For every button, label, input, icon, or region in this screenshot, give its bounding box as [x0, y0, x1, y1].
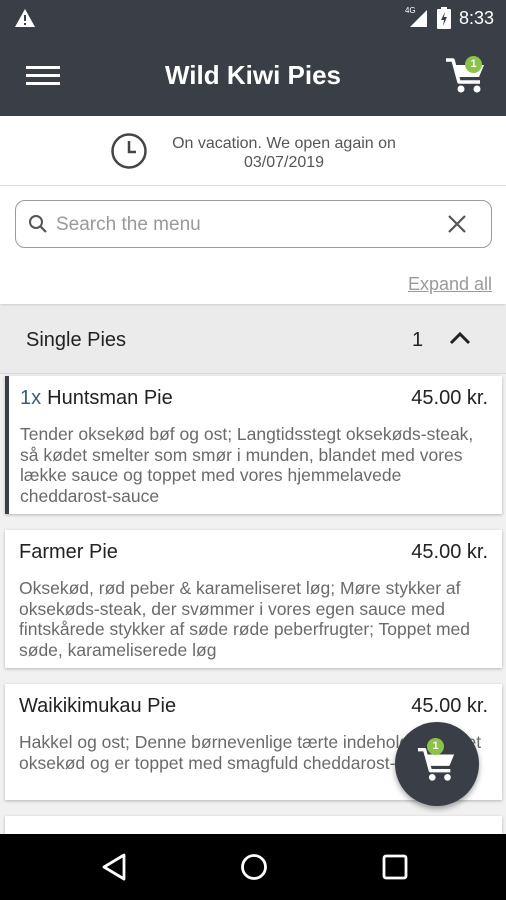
- warning-icon: [15, 9, 35, 27]
- search-icon: [29, 215, 47, 233]
- item-quantity: 1x: [20, 387, 42, 409]
- vacation-notice: On vacation. We open again on 03/07/2019: [0, 116, 506, 186]
- cart-button[interactable]: 1: [444, 52, 492, 96]
- item-name: Huntsman Pie: [47, 387, 173, 409]
- item-description: Tender oksekød bøf og ost; Langtidsstegt…: [20, 424, 474, 506]
- item-title: 1x Huntsman Pie: [20, 387, 173, 410]
- notice-text: On vacation. We open again on 03/07/2019: [172, 135, 396, 171]
- fab-count-badge: 1: [427, 738, 444, 755]
- search-box: [15, 200, 492, 248]
- battery-icon: [436, 7, 451, 29]
- item-title: Waikikimukau Pie: [19, 695, 176, 718]
- item-name: Farmer Pie: [19, 541, 118, 563]
- category-header[interactable]: Single Pies 1: [0, 306, 506, 374]
- item-title: Farmer Pie: [19, 541, 118, 564]
- status-bar: 4G 8:33: [0, 0, 506, 36]
- category-title: Single Pies: [26, 329, 127, 351]
- clock-icon: [111, 133, 147, 169]
- menu-item[interactable]: Farmer Pie 45.00 kr. Oksekød, rød peber …: [5, 530, 502, 668]
- item-name: Waikikimukau Pie: [19, 695, 177, 717]
- chevron-up-icon[interactable]: [449, 330, 471, 346]
- screen: 4G 8:33 Wild Kiwi Pies 1 On vacation. We…: [0, 0, 506, 900]
- cart-count-badge: 1: [465, 56, 482, 73]
- menu-item[interactable]: 1x Huntsman Pie 45.00 kr. Tender oksekød …: [5, 376, 502, 514]
- home-icon[interactable]: [239, 852, 269, 882]
- search-area: Expand all: [0, 186, 506, 304]
- navigation-bar: [0, 834, 506, 900]
- search-input[interactable]: [56, 211, 416, 239]
- item-price: 45.00 kr.: [411, 387, 488, 409]
- status-right: 4G 8:33: [405, 0, 494, 36]
- status-time: 8:33: [458, 7, 494, 28]
- category-count: 1: [412, 329, 424, 351]
- close-icon[interactable]: [447, 214, 467, 234]
- signal-icon: 4G: [405, 6, 429, 28]
- expand-all-link[interactable]: Expand all: [408, 274, 492, 295]
- item-price: 45.00 kr.: [411, 541, 488, 563]
- recents-icon[interactable]: [381, 852, 409, 882]
- floating-cart-button[interactable]: 1: [395, 722, 479, 806]
- app-bar: Wild Kiwi Pies 1: [0, 36, 506, 116]
- item-description: Oksekød, rød peber & karameliseret løg; …: [19, 578, 471, 660]
- app-title: Wild Kiwi Pies: [164, 60, 342, 90]
- back-icon[interactable]: [100, 852, 128, 882]
- item-price: 45.00 kr.: [411, 695, 488, 717]
